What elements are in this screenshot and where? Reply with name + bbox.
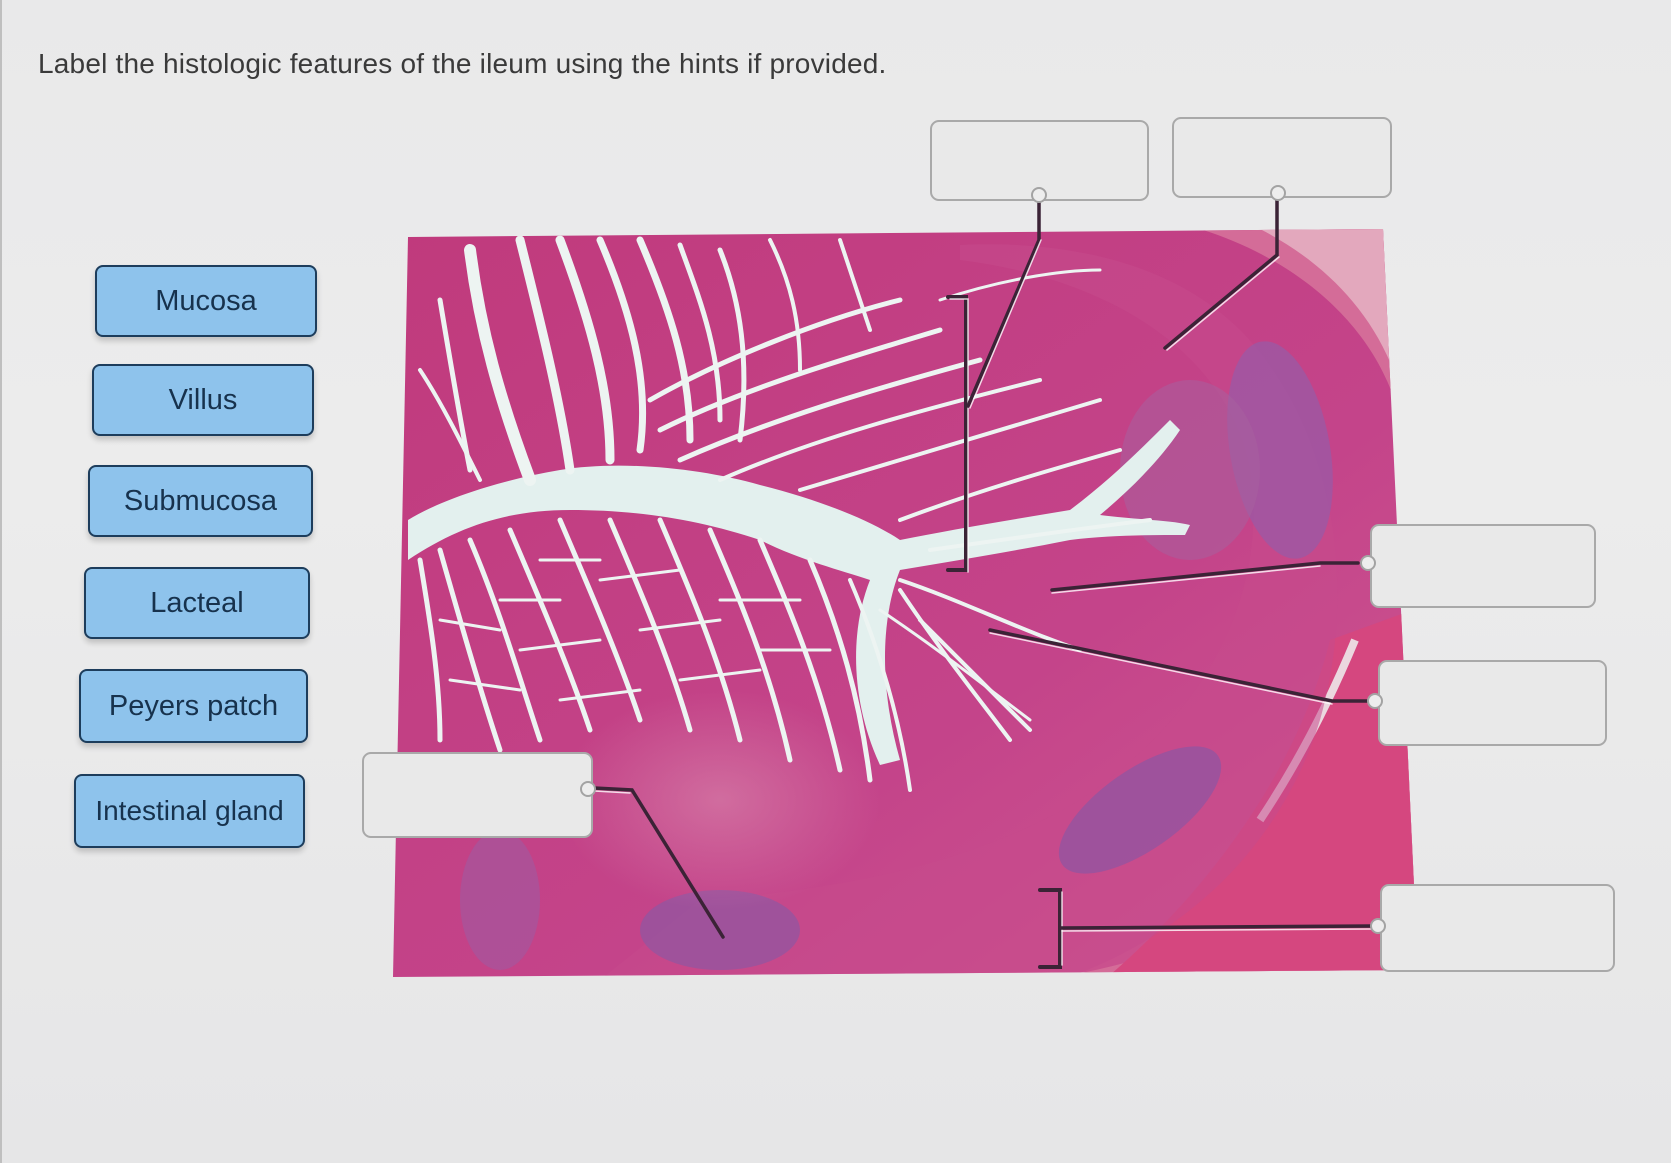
lymphoid-nodule	[460, 830, 540, 970]
anchor-point	[1367, 693, 1383, 709]
drop-target-left[interactable]	[362, 752, 593, 838]
anchor-point	[1370, 918, 1386, 934]
drop-target-right-1[interactable]	[1370, 524, 1596, 608]
drop-target-bottom-right[interactable]	[1380, 884, 1615, 972]
anchor-point	[1360, 555, 1376, 571]
drop-target-right-2[interactable]	[1378, 660, 1607, 746]
anchor-point	[580, 781, 596, 797]
anchor-point	[1031, 187, 1047, 203]
anchor-point	[1270, 185, 1286, 201]
leader-bottom-right	[1058, 924, 1375, 930]
tissue-highlight	[560, 690, 880, 910]
